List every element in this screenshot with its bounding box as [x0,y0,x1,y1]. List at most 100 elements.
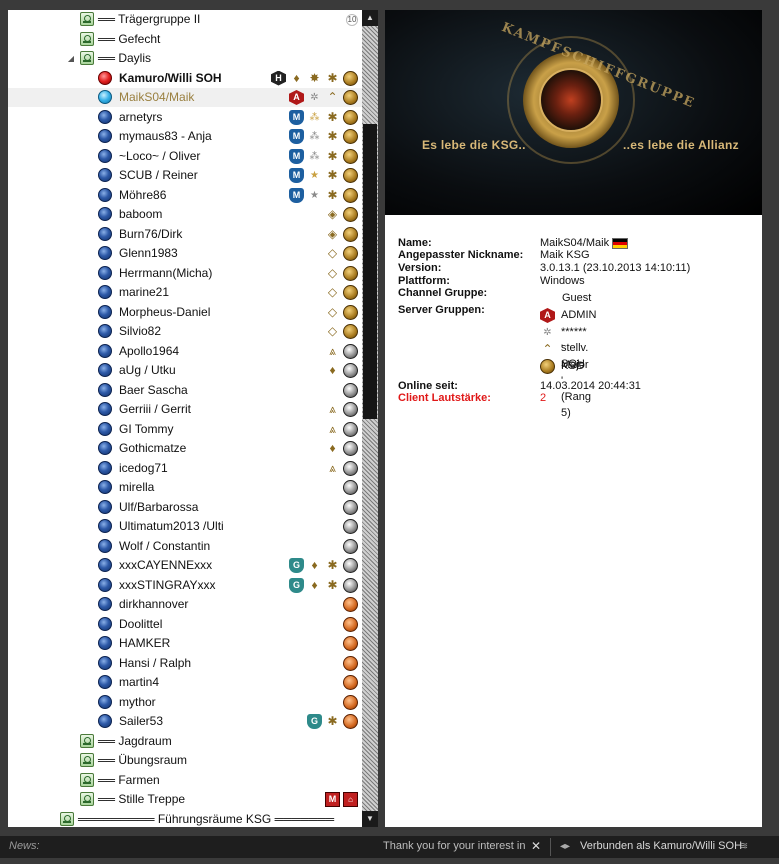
status-divider [550,838,551,856]
client-row[interactable]: marine21 ◇ [8,283,362,302]
channel-row[interactable]: ══ Trägergruppe II 10 [8,10,362,29]
group-badge-icon [343,655,358,671]
client-row[interactable]: Ulf/Barbarossa [8,498,362,517]
client-row[interactable]: xxxCAYENNExxx G ♦ ✱ [8,556,362,575]
scroll-thumb[interactable] [363,124,377,419]
client-row[interactable]: Morpheus-Daniel ◇ [8,303,362,322]
group-badges [343,499,358,515]
expand-arrow-icon[interactable]: ◢ [66,49,76,68]
group-badge-icon: ◇ [327,246,338,260]
client-row[interactable]: Hansi / Ralph [8,654,362,673]
client-row[interactable]: arnetyrs M ⁂ ✱ [8,108,362,127]
wifi-signal-icon[interactable]: ≋ [737,840,751,854]
client-row[interactable]: Silvio82 ◇ [8,322,362,341]
channel-row[interactable]: ══ Gefecht [8,30,362,49]
client-row[interactable]: SCUB / Reiner M ★ ✱ [8,166,362,185]
client-name: GI Tommy [119,421,174,436]
client-row[interactable]: Gothicmatze ♦ [8,439,362,458]
client-row[interactable]: Apollo1964 ⩓ [8,342,362,361]
group-badge-icon [343,402,358,417]
group-badges: ◇ [325,246,358,261]
channel-icon [80,792,94,806]
client-row[interactable]: GI Tommy ⩓ [8,420,362,439]
scroll-track[interactable] [362,26,378,811]
group-badge-icon: ⩓ [329,343,336,358]
client-row[interactable]: Burn76/Dirk ◈ [8,225,362,244]
tree-scrollbar[interactable]: ▲ ▼ [362,10,378,827]
client-row[interactable]: Gerriii / Gerrit ⩓ [8,400,362,419]
scroll-up-button[interactable]: ▲ [362,10,378,26]
channel-row[interactable]: ══ Jagdraum [8,732,362,751]
client-status-icon [98,382,112,397]
client-row[interactable]: HAMKER [8,634,362,653]
group-badge-icon: ⁂ [309,150,320,162]
connection-status: Verbunden als Kamuro/Willi SOH [580,840,743,852]
channel-row[interactable]: ═════════ Führungsräume KSG ═══════ [8,810,362,828]
client-row[interactable]: dirkhannover [8,595,362,614]
group-badge-icon: ✱ [327,109,338,124]
client-status-icon [98,577,112,592]
news-ticker[interactable]: Thank you for your interest in [383,840,525,852]
group-badge-icon: ✱ [327,187,338,202]
client-status-icon [98,597,112,611]
channel-name: ══ Übungsraum [98,753,188,767]
group-badges: ⩓ [325,402,358,417]
news-label: News: [9,840,40,852]
teamspeak-window: ══ Trägergruppe II 10 ══ Gefecht ◢ ══ Daylis… [0,0,779,864]
client-status-icon [98,694,112,709]
client-row[interactable]: xxxSTINGRAYxxx G ♦ ✱ [8,576,362,595]
group-badge-icon: G [289,577,304,593]
group-badges [343,694,358,710]
client-row[interactable]: Sailer53 G ✱ [8,712,362,731]
group-badge-icon: ✱ [327,558,338,572]
connection-arrows-icon[interactable]: ◂▸ [558,840,572,854]
client-row[interactable]: aUg / Utku ♦ [8,361,362,380]
group-badge-icon [343,694,358,710]
group-badge-icon: M [289,109,304,125]
channel-row[interactable]: ══ Übungsraum [8,751,362,770]
scroll-down-button[interactable]: ▼ [362,811,378,827]
slogan-right: ..es lebe die Allianz [623,138,739,152]
client-status-icon [98,90,112,104]
client-row[interactable]: ~Loco~ / Oliver M ⁂ ✱ [8,147,362,166]
channel-row[interactable]: ══ Stille Treppe M ⌂ [8,790,362,809]
client-row[interactable]: MaikS04/Maik A ✲ ⌃ [8,88,362,107]
client-row[interactable]: icedog71 ⩓ [8,459,362,478]
client-row[interactable]: mymaus83 - Anja M ⁂ ✱ [8,127,362,146]
client-row[interactable]: Baer Sascha [8,381,362,400]
client-row[interactable]: mirella [8,478,362,497]
group-badges [343,616,358,632]
group-badge-icon: ◇ [327,304,338,319]
group-badge-icon: ★ [310,170,319,181]
value-nickname: Maik KSG [540,249,590,261]
group-badge-icon [343,109,358,125]
client-name: Glenn1983 [119,246,178,260]
client-row[interactable]: mythor [8,693,362,712]
group-badges [343,675,358,690]
channel-name: ══ Farmen [98,772,160,787]
client-status-icon [98,207,112,221]
client-row[interactable]: Ultimatum2013 /Ulti [8,517,362,536]
client-row[interactable]: Möhre86 M ★ ✱ [8,186,362,205]
client-row[interactable]: martin4 [8,673,362,692]
group-badge-icon: A [289,90,304,105]
group-badge-icon [343,519,358,534]
group-badges: ⩓ [325,460,358,476]
channel-row[interactable]: ◢ ══ Daylis [8,49,362,68]
client-row[interactable]: Doolittel [8,615,362,634]
client-row[interactable]: Wolf / Constantin [8,537,362,556]
close-icon[interactable]: ✕ [531,839,541,853]
client-row[interactable]: Kamuro/Willi SOH H ♦ ✸ ✱ [8,69,362,88]
client-status-icon [98,304,112,319]
client-status-icon [98,187,112,202]
group-badges [343,382,358,398]
group-badge-icon [343,460,358,476]
client-status-icon [98,480,112,494]
label-channel-group: Channel Gruppe: [398,287,488,299]
channel-tree[interactable]: ══ Trägergruppe II 10 ══ Gefecht ◢ ══ Daylis… [8,10,362,827]
channel-row[interactable]: ══ Farmen [8,771,362,790]
client-row[interactable]: baboom ◈ [8,205,362,224]
client-row[interactable]: Glenn1983 ◇ [8,244,362,263]
client-row[interactable]: Herrmann(Micha) ◇ [8,264,362,283]
client-status-icon [98,226,112,241]
